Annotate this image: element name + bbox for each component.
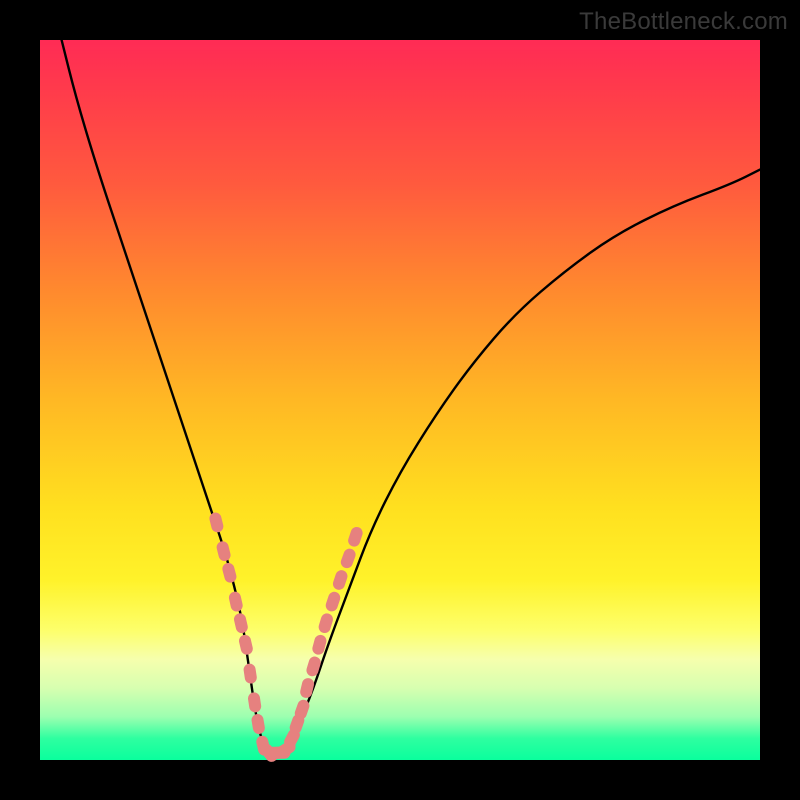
highlight-marker xyxy=(233,612,249,634)
highlight-marker xyxy=(247,692,262,714)
bottleneck-curve xyxy=(62,40,760,753)
highlight-marker xyxy=(238,634,254,656)
highlight-marker xyxy=(299,677,315,699)
highlight-marker xyxy=(324,590,342,613)
highlight-marker xyxy=(228,591,244,613)
highlight-marker xyxy=(331,569,349,592)
chart-frame: TheBottleneck.com xyxy=(0,0,800,800)
highlight-marker xyxy=(243,663,258,685)
highlight-marker xyxy=(221,562,238,584)
highlight-marker xyxy=(305,655,322,678)
highlight-marker xyxy=(251,713,266,735)
highlight-marker xyxy=(317,612,334,635)
plot-area xyxy=(40,40,760,760)
curve-layer xyxy=(40,40,760,760)
highlight-marker xyxy=(339,547,357,570)
highlight-marker xyxy=(208,511,224,533)
highlight-marker xyxy=(347,525,365,548)
watermark-text: TheBottleneck.com xyxy=(579,8,788,36)
highlight-marker xyxy=(215,540,231,562)
highlight-markers xyxy=(208,511,364,764)
